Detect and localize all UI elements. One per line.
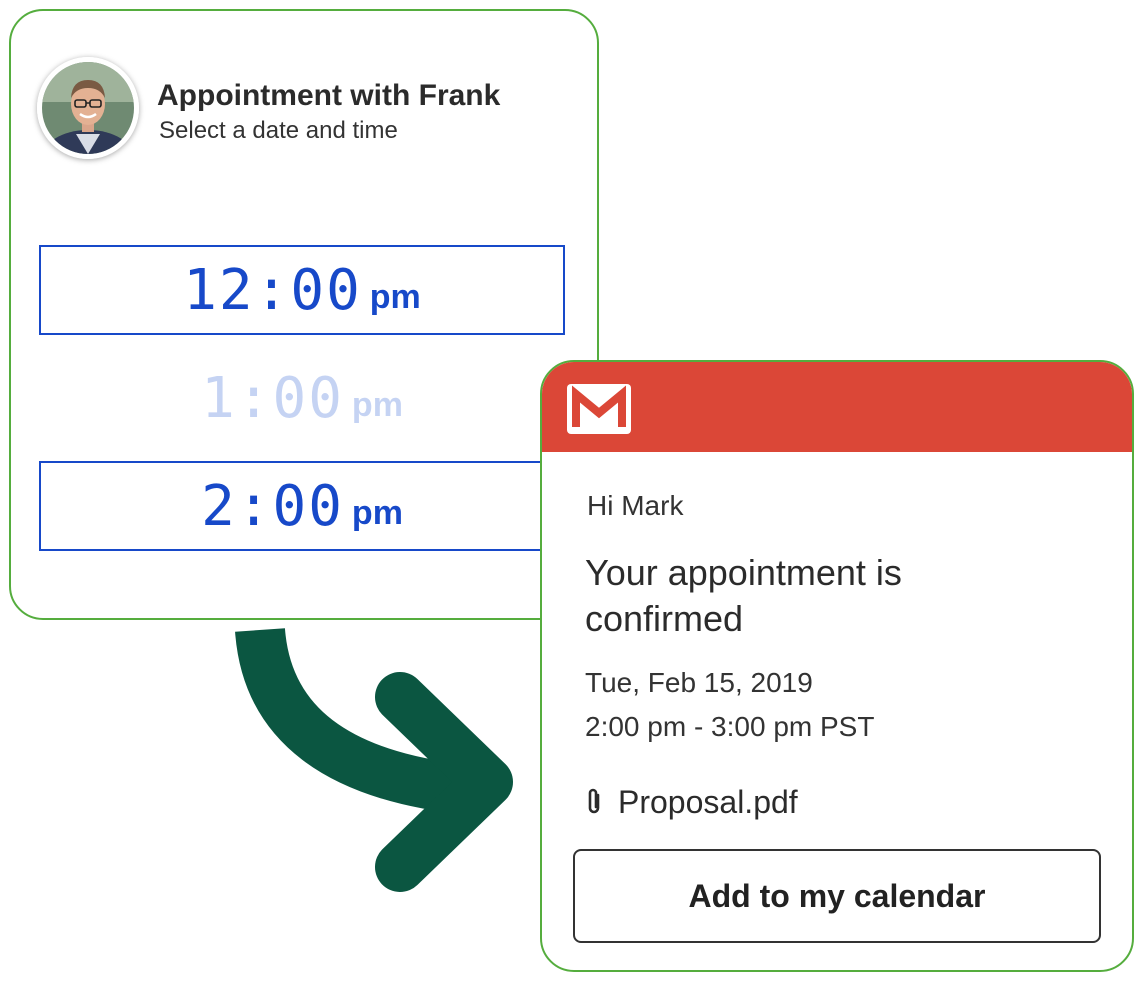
- gmail-icon: [567, 384, 631, 434]
- add-to-calendar-button[interactable]: Add to my calendar: [573, 849, 1101, 943]
- attachment-name: Proposal.pdf: [618, 783, 798, 820]
- email-headline: Your appointment is confirmed: [585, 552, 902, 639]
- email-header: [542, 362, 1132, 452]
- flow-arrow-icon: [235, 627, 513, 892]
- email-card: Hi Mark Your appointment is confirmed Tu…: [540, 360, 1134, 972]
- appointment-time: 2:00 pm - 3:00 pm PST: [585, 711, 875, 742]
- appointment-date: Tue, Feb 15, 2019: [585, 667, 813, 698]
- email-greeting: Hi Mark: [587, 490, 684, 521]
- attachment[interactable]: Proposal.pdf: [584, 782, 798, 822]
- paperclip-icon: [584, 787, 604, 817]
